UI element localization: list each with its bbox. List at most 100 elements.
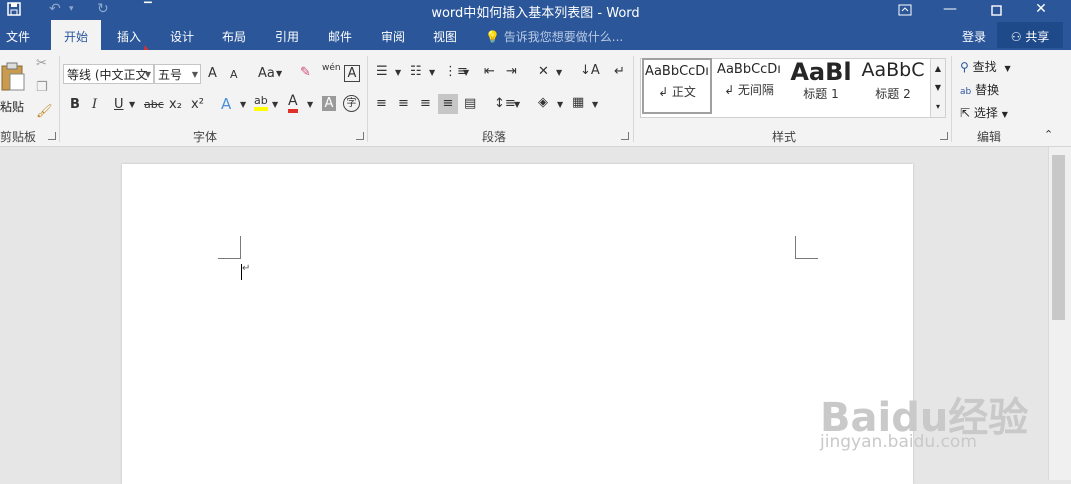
chevron-down-icon[interactable]: ▼: [272, 100, 278, 109]
select-label: 选择: [973, 106, 998, 120]
watermark-url: jingyan.baidu.com: [820, 432, 977, 452]
crop-mark-top-right: [795, 236, 818, 259]
copy-icon[interactable]: ❐: [36, 80, 48, 95]
chevron-down-icon: ▼: [1004, 64, 1011, 73]
font-size-combo[interactable]: 五号 ▼: [154, 64, 201, 84]
chevron-down-icon: ▼: [191, 70, 198, 79]
cursor-icon: ⇱: [960, 106, 971, 120]
chevron-down-icon[interactable]: ▼: [429, 68, 435, 77]
style-normal[interactable]: AaBbCcDı ↲ 正文: [642, 58, 712, 114]
style-name: ↲ 正文: [658, 85, 696, 99]
underline-icon[interactable]: U: [114, 97, 124, 112]
paste-button[interactable]: 粘贴: [0, 58, 26, 114]
chevron-down-icon[interactable]: ▼: [463, 68, 469, 77]
style-name: ↲ 无间隔: [724, 83, 774, 97]
justify-icon[interactable]: ≡: [438, 94, 458, 114]
find-label: 查找: [972, 60, 997, 74]
chevron-down-icon: ▼: [144, 70, 151, 79]
scroll-down-icon[interactable]: ▼: [931, 78, 945, 97]
style-name: 标题 1: [803, 87, 839, 101]
select-button[interactable]: ⇱ 选择 ▼: [960, 104, 1008, 124]
chevron-down-icon[interactable]: ▼: [557, 100, 563, 109]
collapse-ribbon-icon[interactable]: ⌃: [1044, 128, 1053, 141]
clipboard-launcher-icon[interactable]: [48, 132, 56, 140]
ribbon: 粘贴 ✂ ❐ 🖌 剪贴板 等线 (中文正文 ▼ 五号 ▼ A A Aa ▼ ✎ …: [0, 50, 1071, 147]
bold-icon[interactable]: B: [70, 97, 80, 112]
highlight-icon[interactable]: ab: [254, 94, 268, 111]
document-page[interactable]: ↵: [122, 164, 913, 484]
chevron-down-icon[interactable]: ▼: [556, 68, 562, 77]
align-left-icon[interactable]: ≡: [376, 96, 387, 111]
italic-icon[interactable]: I: [92, 97, 97, 112]
group-divider: [951, 56, 952, 142]
group-divider: [367, 56, 368, 142]
decrease-indent-icon[interactable]: ⇤: [484, 64, 495, 79]
style-heading-2[interactable]: AaBbC 标题 2: [858, 58, 928, 114]
strikethrough-icon[interactable]: abc: [144, 98, 164, 111]
clipboard-group-label: 剪贴板: [0, 130, 37, 144]
replace-button[interactable]: ab 替换: [960, 81, 999, 101]
editing-group-label: 编辑: [977, 130, 1002, 144]
paragraph-launcher-icon[interactable]: [621, 132, 629, 140]
paragraph-group-label: 段落: [482, 130, 507, 144]
paragraph-mark-icon: ↵: [242, 263, 251, 274]
style-no-spacing[interactable]: AaBbCcDı ↲ 无间隔: [714, 58, 784, 114]
find-button[interactable]: ⚲ 查找 ▼: [960, 58, 1011, 78]
chevron-down-icon[interactable]: ▼: [307, 100, 313, 109]
clear-formatting-icon[interactable]: ✎: [300, 65, 311, 80]
chevron-down-icon[interactable]: ▼: [129, 100, 135, 109]
group-divider: [59, 56, 60, 142]
scrollbar-thumb[interactable]: [1052, 155, 1065, 320]
chevron-down-icon[interactable]: ▼: [395, 68, 401, 77]
style-name: 标题 2: [875, 87, 911, 101]
distributed-icon[interactable]: ▤: [464, 96, 476, 111]
font-name-value: 等线 (中文正文: [67, 68, 148, 82]
grow-font-icon[interactable]: A: [208, 66, 217, 81]
style-sample: AaBbC: [861, 59, 925, 81]
shading-icon[interactable]: ◈: [538, 95, 548, 110]
chevron-down-icon[interactable]: ▼: [276, 69, 282, 78]
line-spacing-icon[interactable]: ↕≡: [494, 96, 516, 111]
change-case-icon[interactable]: Aa: [258, 66, 275, 81]
replace-label: 替换: [975, 83, 1000, 97]
font-color-icon[interactable]: A: [288, 94, 298, 113]
bullets-icon[interactable]: ☰: [376, 64, 388, 79]
style-sample: AaBbCcDı: [717, 62, 781, 77]
scroll-up-icon[interactable]: ▲: [931, 59, 945, 78]
show-marks-icon[interactable]: ↵: [614, 64, 625, 79]
increase-indent-icon[interactable]: ⇥: [506, 64, 517, 79]
style-sample: AaBl: [790, 58, 852, 86]
styles-launcher-icon[interactable]: [940, 132, 948, 140]
format-painter-icon[interactable]: 🖌: [36, 104, 53, 119]
phonetic-guide-icon[interactable]: wén: [322, 64, 341, 73]
align-center-icon[interactable]: ≡: [398, 96, 409, 111]
borders-icon[interactable]: ▦: [572, 95, 584, 110]
clipboard-icon: [1, 62, 25, 91]
chevron-down-icon[interactable]: ▼: [240, 100, 246, 109]
character-shading-icon[interactable]: A: [322, 96, 336, 111]
numbering-icon[interactable]: ☷: [410, 64, 422, 79]
sort-icon[interactable]: ↓A: [580, 63, 600, 78]
enclose-circle-icon[interactable]: 字: [343, 95, 360, 112]
crop-mark-top-left: [218, 236, 241, 259]
chevron-down-icon[interactable]: ▼: [514, 100, 520, 109]
subscript-icon[interactable]: x₂: [169, 97, 182, 112]
font-size-value: 五号: [158, 68, 183, 82]
shrink-font-icon[interactable]: A: [230, 68, 238, 81]
chevron-down-icon: ▼: [1001, 110, 1008, 119]
style-sample: AaBbCcDı: [645, 64, 709, 79]
text-effects-icon[interactable]: A: [221, 95, 231, 113]
align-right-icon[interactable]: ≡: [420, 96, 431, 111]
font-name-combo[interactable]: 等线 (中文正文 ▼: [63, 64, 154, 84]
chinese-layout-icon[interactable]: ✕: [538, 64, 549, 79]
styles-scroll[interactable]: ▲ ▼ ▾: [930, 58, 946, 118]
enclose-character-icon[interactable]: A: [344, 65, 360, 82]
cut-icon[interactable]: ✂: [36, 56, 47, 71]
more-styles-icon[interactable]: ▾: [931, 97, 945, 116]
superscript-icon[interactable]: x²: [191, 97, 204, 112]
chevron-down-icon[interactable]: ▼: [592, 100, 598, 109]
styles-group-label: 样式: [772, 130, 797, 144]
font-launcher-icon[interactable]: [356, 132, 364, 140]
group-divider: [633, 56, 634, 142]
style-heading-1[interactable]: AaBl 标题 1: [786, 58, 856, 114]
